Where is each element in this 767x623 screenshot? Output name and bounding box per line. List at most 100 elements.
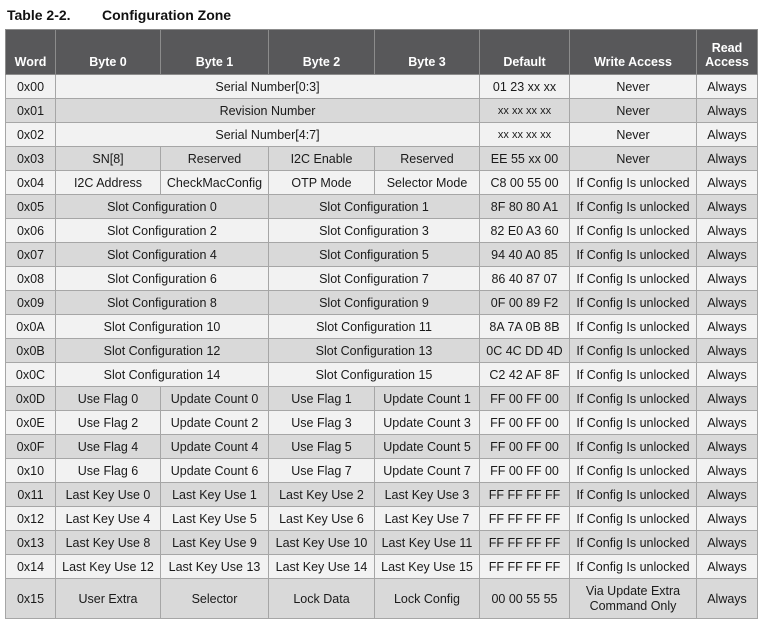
cell-default: 00 00 55 55: [479, 578, 570, 619]
cell-byte0: Use Flag 2: [55, 410, 161, 435]
cell-read-access: Always: [696, 290, 758, 315]
cell-high-half: Slot Configuration 5: [268, 242, 480, 267]
cell-byte3: Update Count 7: [374, 458, 480, 483]
cell-word: 0x0C: [5, 362, 56, 387]
cell-default: 8F 80 80 A1: [479, 194, 570, 219]
table-row: 0x11 Last Key Use 0 Last Key Use 1 Last …: [5, 482, 758, 507]
cell-byte3: Update Count 1: [374, 386, 480, 411]
cell-byte0: Use Flag 6: [55, 458, 161, 483]
table-header-row: Word Byte 0 Byte 1 Byte 2 Byte 3 Default…: [5, 29, 758, 75]
cell-high-half: Slot Configuration 1: [268, 194, 480, 219]
cell-byte1: Update Count 2: [160, 410, 269, 435]
cell-byte0: Use Flag 4: [55, 434, 161, 459]
cell-read-access: Always: [696, 458, 758, 483]
table-row: 0x07 Slot Configuration 4 Slot Configura…: [5, 242, 758, 267]
cell-word: 0x03: [5, 146, 56, 171]
header-read-line2: Access: [705, 55, 749, 69]
cell-byte0: Last Key Use 8: [55, 530, 161, 555]
cell-byte3: Selector Mode: [374, 170, 480, 195]
cell-low-half: Slot Configuration 10: [55, 314, 269, 339]
cell-low-half: Slot Configuration 6: [55, 266, 269, 291]
table-row: 0x14 Last Key Use 12 Last Key Use 13 Las…: [5, 554, 758, 579]
cell-byte2: Use Flag 1: [268, 386, 375, 411]
cell-read-access: Always: [696, 146, 758, 171]
cell-write-access: If Config Is unlocked: [569, 506, 697, 531]
cell-read-access: Always: [696, 410, 758, 435]
cell-write-access: Via Update Extra Command Only: [569, 578, 697, 619]
cell-byte0: User Extra: [55, 578, 161, 619]
cell-read-access: Always: [696, 266, 758, 291]
cell-byte3: Reserved: [374, 146, 480, 171]
cell-byte1: Update Count 6: [160, 458, 269, 483]
cell-word: 0x0E: [5, 410, 56, 435]
cell-low-half: Slot Configuration 0: [55, 194, 269, 219]
cell-byte0: Last Key Use 12: [55, 554, 161, 579]
table-number: Table 2-2.: [7, 7, 71, 23]
cell-byte0: I2C Address: [55, 170, 161, 195]
cell-low-half: Slot Configuration 8: [55, 290, 269, 315]
cell-word: 0x15: [5, 578, 56, 619]
header-read-access: Read Access: [696, 29, 758, 75]
table-row: 0x0C Slot Configuration 14 Slot Configur…: [5, 362, 758, 387]
cell-high-half: Slot Configuration 15: [268, 362, 480, 387]
table-row: 0x01 Revision Number xx xx xx xx Never A…: [5, 98, 758, 123]
cell-write-access: If Config Is unlocked: [569, 554, 697, 579]
table-row: 0x0B Slot Configuration 12 Slot Configur…: [5, 338, 758, 363]
cell-byte1: Selector: [160, 578, 269, 619]
table-row: 0x0D Use Flag 0 Update Count 0 Use Flag …: [5, 386, 758, 411]
cell-word: 0x01: [5, 98, 56, 123]
cell-byte2: Last Key Use 2: [268, 482, 375, 507]
cell-byte3: Lock Config: [374, 578, 480, 619]
cell-byte2: I2C Enable: [268, 146, 375, 171]
cell-byte3: Update Count 3: [374, 410, 480, 435]
cell-default: C8 00 55 00: [479, 170, 570, 195]
table-row: 0x0F Use Flag 4 Update Count 4 Use Flag …: [5, 434, 758, 459]
header-default: Default: [479, 29, 570, 75]
table-row: 0x13 Last Key Use 8 Last Key Use 9 Last …: [5, 530, 758, 555]
table-row: 0x10 Use Flag 6 Update Count 6 Use Flag …: [5, 458, 758, 483]
cell-default: FF FF FF FF: [479, 482, 570, 507]
table-row: 0x09 Slot Configuration 8 Slot Configura…: [5, 290, 758, 315]
cell-write-access: If Config Is unlocked: [569, 290, 697, 315]
cell-default: FF 00 FF 00: [479, 458, 570, 483]
cell-default: xx xx xx xx: [479, 98, 570, 123]
cell-byte3: Last Key Use 3: [374, 482, 480, 507]
cell-write-access: If Config Is unlocked: [569, 386, 697, 411]
cell-byte1: Last Key Use 5: [160, 506, 269, 531]
cell-word: 0x05: [5, 194, 56, 219]
cell-byte0: Last Key Use 0: [55, 482, 161, 507]
table-row: 0x00 Serial Number[0:3] 01 23 xx xx Neve…: [5, 74, 758, 99]
table-row: 0x03 SN[8] Reserved I2C Enable Reserved …: [5, 146, 758, 171]
cell-byte2: Last Key Use 10: [268, 530, 375, 555]
cell-default: FF FF FF FF: [479, 554, 570, 579]
cell-low-half: Slot Configuration 4: [55, 242, 269, 267]
cell-byte2: Use Flag 5: [268, 434, 375, 459]
cell-write-access: If Config Is unlocked: [569, 266, 697, 291]
cell-write-access: If Config Is unlocked: [569, 458, 697, 483]
cell-high-half: Slot Configuration 7: [268, 266, 480, 291]
cell-default: FF 00 FF 00: [479, 410, 570, 435]
cell-word: 0x0A: [5, 314, 56, 339]
cell-byte2: Lock Data: [268, 578, 375, 619]
cell-write-access: If Config Is unlocked: [569, 170, 697, 195]
cell-high-half: Slot Configuration 9: [268, 290, 480, 315]
cell-byte1: Last Key Use 9: [160, 530, 269, 555]
cell-read-access: Always: [696, 554, 758, 579]
cell-write-access: If Config Is unlocked: [569, 314, 697, 339]
cell-high-half: Slot Configuration 13: [268, 338, 480, 363]
cell-low-half: Slot Configuration 12: [55, 338, 269, 363]
cell-read-access: Always: [696, 122, 758, 147]
cell-byte3: Update Count 5: [374, 434, 480, 459]
cell-write-access: If Config Is unlocked: [569, 362, 697, 387]
cell-read-access: Always: [696, 482, 758, 507]
cell-write-access: If Config Is unlocked: [569, 218, 697, 243]
cell-byte2: Use Flag 7: [268, 458, 375, 483]
table-row: 0x0A Slot Configuration 10 Slot Configur…: [5, 314, 758, 339]
cell-default: 94 40 A0 85: [479, 242, 570, 267]
cell-word: 0x0D: [5, 386, 56, 411]
cell-read-access: Always: [696, 386, 758, 411]
cell-write-access: Never: [569, 122, 697, 147]
cell-read-access: Always: [696, 242, 758, 267]
cell-byte0: Last Key Use 4: [55, 506, 161, 531]
header-write-access: Write Access: [569, 29, 697, 75]
